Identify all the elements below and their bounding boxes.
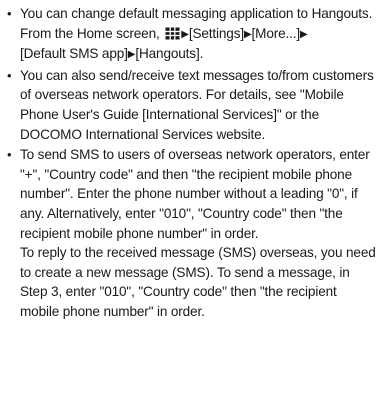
- path-step: [Settings]: [188, 25, 244, 41]
- arrow-right-icon: ▶: [181, 28, 189, 40]
- arrow-right-icon: ▶: [243, 28, 252, 40]
- path-step: [Default SMS app]: [20, 46, 128, 62]
- document-page: • You can change default messaging appli…: [0, 0, 382, 408]
- path-step: [Hangouts]: [135, 46, 200, 62]
- bullet: •: [7, 67, 12, 83]
- list-item: • You can change default messaging appli…: [6, 4, 376, 65]
- path-prefix: From the Home screen,: [20, 25, 164, 41]
- path-step: [More...]: [251, 25, 301, 41]
- bullet: •: [7, 147, 12, 163]
- item-text: You can also send/receive text messages …: [20, 67, 374, 142]
- list-item: • You can also send/receive text message…: [6, 66, 376, 144]
- list-item: • To send SMS to users of overseas netwo…: [6, 145, 376, 321]
- apps-grid-icon: [165, 27, 180, 40]
- item-text: To send SMS to users of overseas network…: [20, 147, 370, 241]
- item-note: To reply to the received message (SMS) o…: [20, 245, 376, 319]
- arrow-right-icon: ▶: [300, 28, 308, 40]
- bullet: •: [7, 6, 12, 21]
- item-text: You can change default messaging applica…: [20, 6, 373, 21]
- navigation-path: From the Home screen, ▶[Settings]▶[More.…: [20, 25, 308, 62]
